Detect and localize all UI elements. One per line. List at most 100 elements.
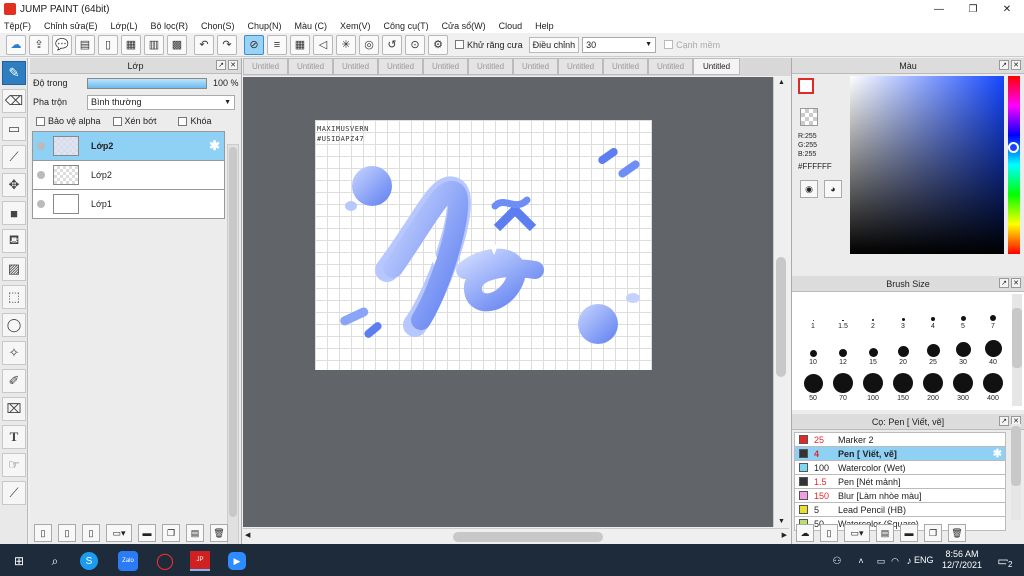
scroll-left-icon[interactable]: ◀ <box>245 531 250 539</box>
new-layer-icon[interactable]: ▯ <box>34 524 52 542</box>
scroll-down-icon[interactable]: ▼ <box>774 518 789 525</box>
brush-size-option[interactable]: 30 <box>948 332 978 366</box>
brush-cloud-icon[interactable]: ☁ <box>796 524 814 542</box>
radial-ruler-icon[interactable]: ✳ <box>336 34 356 55</box>
brush-size-option[interactable]: 25 <box>918 332 948 366</box>
brush-size-option[interactable]: 50 <box>798 368 828 402</box>
layer-scrollbar-thumb[interactable] <box>229 147 237 517</box>
brush-size-option[interactable]: 40 <box>978 332 1008 366</box>
canvas-horizontal-scrollbar[interactable]: ◀ ▶ <box>243 528 789 544</box>
brush-size-option[interactable]: 1.5 <box>828 296 858 330</box>
upload-icon[interactable]: ⇪ <box>29 34 49 55</box>
hue-slider[interactable] <box>1008 76 1020 254</box>
perspective-ruler-icon[interactable]: ◁ <box>313 34 333 55</box>
menu-layer[interactable]: Lớp(L) <box>111 21 138 31</box>
menu-tools[interactable]: Công cụ(T) <box>384 21 429 31</box>
move-tool-icon[interactable]: ✥ <box>2 173 26 197</box>
tab-untitled[interactable]: Untitled <box>333 58 378 75</box>
visibility-icon[interactable] <box>37 200 45 208</box>
panel-close-icon[interactable]: ✕ <box>1011 60 1021 70</box>
brush-size-option[interactable]: 3 <box>888 296 918 330</box>
settings-icon[interactable]: ⚙ <box>428 34 448 55</box>
brush-list-item[interactable]: 5 Lead Pencil (HB) <box>794 502 1006 517</box>
adjust-select[interactable]: 30 ▼ <box>582 36 657 53</box>
undo-icon[interactable]: ↶ <box>194 34 214 55</box>
color-palette-icon[interactable]: ◉ <box>800 180 818 198</box>
tab-untitled[interactable]: Untitled <box>378 58 423 75</box>
eyedropper-tool-icon[interactable]: ⟋ <box>2 481 26 505</box>
minimize-button[interactable]: — <box>922 0 956 18</box>
skype-icon[interactable]: S <box>80 552 98 570</box>
windows-start-icon[interactable]: ⊞ <box>8 550 30 572</box>
new-folder-layer-icon[interactable]: ▯ <box>82 524 100 542</box>
tab-untitled[interactable]: Untitled <box>513 58 558 75</box>
tab-untitled[interactable]: Untitled <box>243 58 288 75</box>
concentric-ruler-icon[interactable]: ◎ <box>359 34 379 55</box>
brush-size-option[interactable]: 200 <box>918 368 948 402</box>
brush-size-option[interactable]: 5 <box>948 296 978 330</box>
redo-icon[interactable]: ↷ <box>217 34 237 55</box>
select-eraser-tool-icon[interactable]: ⌧ <box>2 397 26 421</box>
maximize-button[interactable]: ❐ <box>956 0 990 18</box>
brush-size-option[interactable]: 4 <box>918 296 948 330</box>
pen-tool-icon[interactable]: ✎ <box>2 61 26 85</box>
tab-untitled[interactable]: Untitled <box>288 58 333 75</box>
menu-edit[interactable]: Chỉnh sửa(E) <box>44 21 98 31</box>
menu-filter[interactable]: Bộ lọc(R) <box>150 21 188 31</box>
canvas-vscroll-thumb[interactable] <box>776 257 786 377</box>
scroll-up-icon[interactable]: ▲ <box>774 79 789 86</box>
brush-size-option[interactable]: 7 <box>978 296 1008 330</box>
menu-capture[interactable]: Chụp(N) <box>248 21 282 31</box>
opacity-slider[interactable] <box>87 77 207 89</box>
drawing-canvas[interactable]: MAXIMUSVERN #USIDAPZ47 <box>315 120 652 370</box>
trash-icon[interactable]: 🗑 <box>948 524 966 542</box>
fill-rect-tool-icon[interactable]: ■ <box>2 201 26 225</box>
layer-scrollbar[interactable] <box>227 144 239 572</box>
soft-edge-checkbox[interactable] <box>664 40 674 49</box>
menu-cloud[interactable]: Cloud <box>499 21 523 31</box>
antialias-checkbox[interactable] <box>455 40 464 49</box>
brush-list-item[interactable]: 150 Blur [Làm nhòe màu] <box>794 488 1006 503</box>
brush-duplicate-icon[interactable]: ❐ <box>924 524 942 542</box>
brush-list-scrollbar[interactable] <box>1011 424 1021 520</box>
line-tool-icon[interactable]: ⟋ <box>2 145 26 169</box>
brush-size-option[interactable]: 1 <box>798 296 828 330</box>
foreground-color-swatch[interactable] <box>798 78 814 94</box>
clip-checkbox[interactable] <box>112 116 122 126</box>
document-icon[interactable]: ▦ <box>121 34 141 55</box>
brush-settings-icon[interactable]: ▤ <box>876 524 894 542</box>
lock-checkbox[interactable] <box>178 116 188 126</box>
tab-untitled-active[interactable]: Untitled <box>693 58 740 75</box>
canvas-hscroll-thumb[interactable] <box>453 532 603 542</box>
select-pen-tool-icon[interactable]: ✐ <box>2 369 26 393</box>
tab-untitled[interactable]: Untitled <box>558 58 603 75</box>
merge-layer-icon[interactable]: ▤ <box>186 524 204 542</box>
panel-popout-icon[interactable]: ↗ <box>999 278 1009 288</box>
chevron-up-icon[interactable]: ˄ <box>850 550 872 572</box>
layer-row[interactable]: Lớp2 ✱ <box>32 131 225 161</box>
visibility-icon[interactable] <box>37 142 45 150</box>
close-button[interactable]: ✕ <box>990 0 1024 18</box>
blend-select[interactable]: Bình thường ▼ <box>87 94 235 110</box>
brush-add-icon[interactable]: ▯ <box>820 524 838 542</box>
brush-list-item[interactable]: 25 Marker 2 <box>794 432 1006 447</box>
panel-popout-icon[interactable]: ↗ <box>216 60 226 70</box>
bucket-tool-icon[interactable]: ⛾ <box>2 229 26 253</box>
color-picker-icon[interactable]: ◕ <box>824 180 842 198</box>
trash-icon[interactable]: 🗑 <box>210 524 228 542</box>
grid-ruler-icon[interactable]: ▦ <box>290 34 310 55</box>
language-indicator[interactable]: ENG <box>914 555 934 565</box>
hand-tool-icon[interactable]: ☞ <box>2 453 26 477</box>
brush-size-option[interactable]: 400 <box>978 368 1008 402</box>
eraser-tool-icon[interactable]: ⌫ <box>2 89 26 113</box>
brush-size-option[interactable]: 70 <box>828 368 858 402</box>
transparent-color-swatch[interactable] <box>800 108 818 126</box>
panel-popout-icon[interactable]: ↗ <box>999 60 1009 70</box>
canvas-vertical-scrollbar[interactable]: ▲ ▼ <box>773 77 789 527</box>
jump-paint-icon[interactable]: JP <box>190 551 210 571</box>
menu-help[interactable]: Help <box>535 21 554 31</box>
brush-folder-icon[interactable]: ▬ <box>900 524 918 542</box>
brush-size-scrollbar[interactable] <box>1012 294 1022 406</box>
brush-list-item[interactable]: 1.5 Pen [Nét mảnh] <box>794 474 1006 489</box>
folder-icon[interactable]: ▬ <box>138 524 156 542</box>
